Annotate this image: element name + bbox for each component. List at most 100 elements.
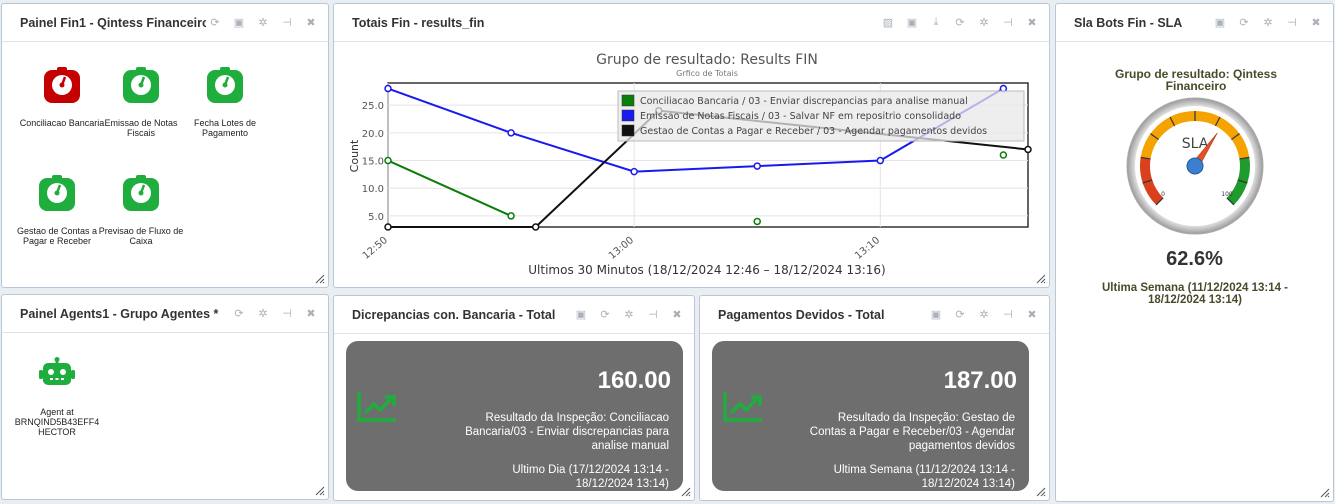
close-icon[interactable]: ✖ <box>1023 307 1041 323</box>
data-point[interactable] <box>507 212 515 220</box>
legend-label: Emissao de Notas Fiscais / 03 - Salvar N… <box>640 111 961 122</box>
x-tick-label: 13:00 <box>607 235 636 262</box>
meter-icon <box>44 67 80 103</box>
pin-icon[interactable]: ⊣ <box>278 306 296 322</box>
process-tile[interactable]: Emissao de Notas Fiscais <box>96 66 186 138</box>
meter-icon <box>123 67 159 103</box>
data-point[interactable] <box>531 223 540 231</box>
chart-xlabel: Ultimos 30 Minutos (18/12/2024 12:46 – 1… <box>528 263 885 277</box>
close-icon[interactable]: ✖ <box>1307 15 1325 31</box>
y-tick-label: 10.0 <box>362 184 384 195</box>
data-point[interactable] <box>384 156 392 165</box>
panel-title: Painel Fin1 - Qintess Financeiro <box>20 15 206 30</box>
download-icon[interactable]: ⤓ <box>927 15 945 31</box>
gear-icon[interactable]: ✲ <box>254 15 272 31</box>
save-icon[interactable]: ▣ <box>572 307 590 323</box>
save-icon[interactable]: ▣ <box>903 15 921 31</box>
close-icon[interactable]: ✖ <box>302 15 320 31</box>
panel-pagamentos-header: Pagamentos Devidos - Total ▣ ⟳ ✲ ⊣ ✖ <box>700 296 1049 334</box>
resize-handle-icon[interactable] <box>315 274 325 284</box>
kpi-card: 160.00 Resultado da Inspeção: Conciliaca… <box>346 341 683 491</box>
close-icon[interactable]: ✖ <box>1023 15 1041 31</box>
gear-icon[interactable]: ✲ <box>975 307 993 323</box>
refresh-icon[interactable]: ⟳ <box>951 15 969 31</box>
image-icon[interactable]: ▨ <box>879 15 897 31</box>
tile-label: Fecha Lotes de Pagamento <box>193 118 257 138</box>
data-point[interactable] <box>384 84 392 93</box>
y-tick-label: 25.0 <box>362 101 384 112</box>
refresh-icon[interactable]: ⟳ <box>206 15 224 31</box>
panel-pagamentos: Pagamentos Devidos - Total ▣ ⟳ ✲ ⊣ ✖ 187… <box>699 295 1050 501</box>
legend-label: Gestao de Contas a Pagar e Receber / 03 … <box>640 126 987 137</box>
data-point[interactable] <box>753 217 761 226</box>
panel-title: Pagamentos Devidos - Total <box>718 307 885 322</box>
panel-fin1: Painel Fin1 - Qintess Financeiro ⟳ ▣ ✲ ⊣… <box>1 3 329 288</box>
save-icon[interactable]: ▣ <box>927 307 945 323</box>
resize-handle-icon[interactable] <box>1036 274 1046 284</box>
agent-tile[interactable]: Agent at BRNQIND5B43EFF4 HECTOR <box>12 357 102 437</box>
panel-title: Totais Fin - results_fin <box>352 15 485 30</box>
resize-handle-icon[interactable] <box>315 486 325 496</box>
data-point[interactable] <box>753 162 761 170</box>
data-point[interactable] <box>507 129 515 137</box>
data-point[interactable] <box>999 151 1008 159</box>
kpi-card: 187.00 Resultado da Inspeção: Gestao de … <box>712 341 1029 491</box>
data-point[interactable] <box>384 223 392 231</box>
save-icon[interactable]: ▣ <box>1211 15 1229 31</box>
y-tick-label: 20.0 <box>362 129 384 140</box>
y-tick-label: 15.0 <box>362 157 384 168</box>
sla-gauge: SLA 0 100 <box>1126 97 1264 235</box>
meter-icon <box>207 67 243 103</box>
panel-discrepancias: Dicrepancias con. Bancaria - Total ▣ ⟳ ✲… <box>333 295 695 501</box>
agent-label: Agent at BRNQIND5B43EFF4 HECTOR <box>14 407 100 437</box>
tile-label: Conciliacao Bancaria <box>19 118 105 128</box>
kpi-period: Ultimo Dia (17/12/2024 13:14 - 18/12/202… <box>512 464 669 490</box>
gear-icon[interactable]: ✲ <box>620 307 638 323</box>
panel-title: Dicrepancias con. Bancaria - Total <box>352 307 556 322</box>
gear-icon[interactable]: ✲ <box>1259 15 1277 31</box>
sla-period: Ultima Semana (11/12/2024 13:14 - 18/12/… <box>1101 282 1289 306</box>
refresh-icon[interactable]: ⟳ <box>951 307 969 323</box>
refresh-icon[interactable]: ⟳ <box>596 307 614 323</box>
process-tile[interactable]: Previsao de Fluxo de Caixa <box>96 174 186 246</box>
gear-icon[interactable]: ✲ <box>254 306 272 322</box>
x-tick-label: 12:50 <box>361 235 390 262</box>
meter-icon <box>39 175 75 211</box>
close-icon[interactable]: ✖ <box>302 306 320 322</box>
legend-swatch <box>621 124 635 137</box>
meter-icon <box>123 175 159 211</box>
resize-handle-icon[interactable] <box>1320 488 1330 498</box>
panel-agents: Painel Agents1 - Grupo Agentes * ⟳ ✲ ⊣ ✖… <box>1 294 329 500</box>
legend-swatch <box>621 109 635 122</box>
refresh-icon[interactable]: ⟳ <box>230 306 248 322</box>
gauge-min: 0 <box>1161 191 1165 198</box>
process-tile[interactable]: Fecha Lotes de Pagamento <box>180 66 270 138</box>
data-point[interactable] <box>630 167 638 176</box>
process-tile[interactable]: Gestao de Contas a Pagar e Receber <box>12 174 102 246</box>
tile-label: Previsao de Fluxo de Caixa <box>98 226 184 246</box>
process-tile[interactable]: Conciliacao Bancaria <box>17 66 107 128</box>
panel-fin1-header: Painel Fin1 - Qintess Financeiro ⟳ ▣ ✲ ⊣… <box>2 4 328 42</box>
tile-label: Gestao de Contas a Pagar e Receber <box>16 226 98 246</box>
pin-icon[interactable]: ⊣ <box>644 307 662 323</box>
save-icon[interactable]: ▣ <box>230 15 248 31</box>
pin-icon[interactable]: ⊣ <box>999 307 1017 323</box>
panel-sla-header: Sla Bots Fin - SLA ▣ ⟳ ✲ ⊣ ✖ <box>1056 4 1333 42</box>
data-point[interactable] <box>876 156 885 165</box>
gear-icon[interactable]: ✲ <box>975 15 993 31</box>
trend-up-icon <box>723 392 762 422</box>
pin-icon[interactable]: ⊣ <box>999 15 1017 31</box>
line-chart: Grupo de resultado: Results FIN Grfico d… <box>348 52 1032 277</box>
pin-icon[interactable]: ⊣ <box>278 15 296 31</box>
data-point[interactable] <box>1024 145 1032 154</box>
kpi-period: Ultima Semana (11/12/2024 13:14 - 18/12/… <box>833 464 1015 490</box>
gauge-hub <box>1186 157 1204 175</box>
sla-value: 62.6% <box>1166 248 1223 270</box>
close-icon[interactable]: ✖ <box>668 307 686 323</box>
resize-handle-icon[interactable] <box>1036 487 1046 497</box>
panel-totais: Totais Fin - results_fin ▨ ▣ ⤓ ⟳ ✲ ⊣ ✖ G… <box>333 3 1050 288</box>
pin-icon[interactable]: ⊣ <box>1283 15 1301 31</box>
refresh-icon[interactable]: ⟳ <box>1235 15 1253 31</box>
legend-swatch <box>621 94 635 107</box>
resize-handle-icon[interactable] <box>681 487 691 497</box>
